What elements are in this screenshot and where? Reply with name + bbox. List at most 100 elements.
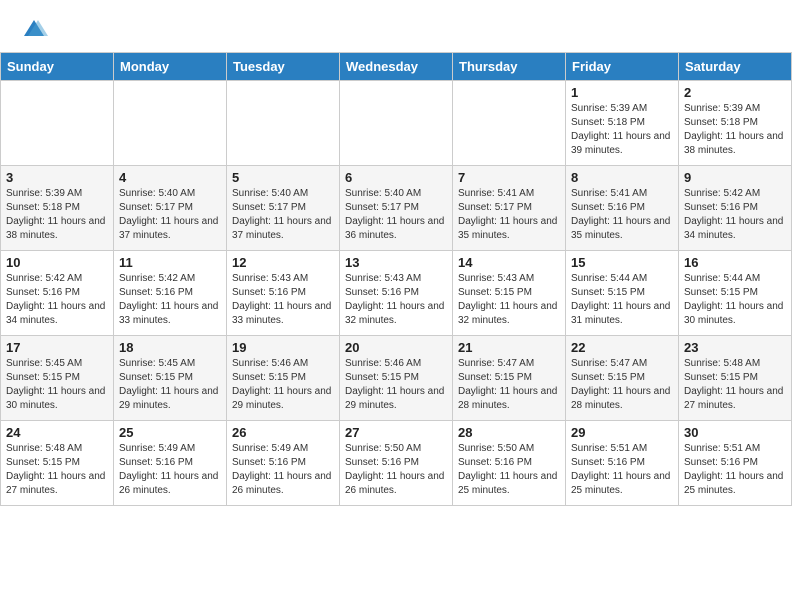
day-number: 18 bbox=[119, 340, 221, 355]
calendar-day-cell: 13 Sunrise: 5:43 AM Sunset: 5:16 PM Dayli… bbox=[340, 251, 453, 336]
day-number: 22 bbox=[571, 340, 673, 355]
day-info: Sunrise: 5:44 AM Sunset: 5:15 PM Dayligh… bbox=[684, 272, 786, 328]
day-number: 30 bbox=[684, 425, 786, 440]
day-number: 5 bbox=[232, 170, 334, 185]
calendar-day-cell: 28 Sunrise: 5:50 AM Sunset: 5:16 PM Dayli… bbox=[453, 421, 566, 506]
weekday-header: Thursday bbox=[453, 53, 566, 81]
calendar-day-cell: 5 Sunrise: 5:40 AM Sunset: 5:17 PM Daylig… bbox=[227, 166, 340, 251]
empty-cell bbox=[340, 81, 453, 166]
calendar-day-cell: 17Sunrise: 5:45 AM Sunset: 5:15 PM Dayli… bbox=[1, 336, 114, 421]
day-info: Sunrise: 5:46 AM Sunset: 5:15 PM Dayligh… bbox=[345, 357, 447, 413]
calendar-day-cell: 16 Sunrise: 5:44 AM Sunset: 5:15 PM Dayli… bbox=[679, 251, 792, 336]
calendar-day-cell: 23 Sunrise: 5:48 AM Sunset: 5:15 PM Dayli… bbox=[679, 336, 792, 421]
calendar-day-cell: 10 Sunrise: 5:42 AM Sunset: 5:16 PM Dayli… bbox=[1, 251, 114, 336]
logo bbox=[20, 16, 52, 44]
day-number: 21 bbox=[458, 340, 560, 355]
weekday-header: Wednesday bbox=[340, 53, 453, 81]
day-info: Sunrise: 5:43 AM Sunset: 5:16 PM Dayligh… bbox=[345, 272, 447, 328]
day-number: 4 bbox=[119, 170, 221, 185]
calendar-day-cell: 19Sunrise: 5:46 AM Sunset: 5:15 PM Dayli… bbox=[227, 336, 340, 421]
calendar-table: SundayMondayTuesdayWednesdayThursdayFrid… bbox=[0, 52, 792, 506]
day-info: Sunrise: 5:40 AM Sunset: 5:17 PM Dayligh… bbox=[119, 187, 221, 243]
day-number: 27 bbox=[345, 425, 447, 440]
day-number: 11 bbox=[119, 255, 221, 270]
day-number: 24 bbox=[6, 425, 108, 440]
calendar-header-row: SundayMondayTuesdayWednesdayThursdayFrid… bbox=[1, 53, 792, 81]
calendar-week-row: 17 Sunrise: 5:45 AM Sunset: 5:15 PM Dayli… bbox=[1, 336, 792, 421]
day-number: 1 bbox=[571, 85, 673, 100]
day-info: Sunrise: 5:39 AM Sunset: 5:18 PM Dayligh… bbox=[571, 102, 673, 158]
weekday-header: Saturday bbox=[679, 53, 792, 81]
day-number: 25 bbox=[119, 425, 221, 440]
empty-cell bbox=[227, 81, 340, 166]
page-header bbox=[0, 0, 792, 52]
calendar-day-cell: 21 Sunrise: 5:47 AM Sunset: 5:15 PM Dayli… bbox=[453, 336, 566, 421]
day-info: Sunrise: 5:44 AM Sunset: 5:15 PM Dayligh… bbox=[571, 272, 673, 328]
day-info: Sunrise: 5:47 AM Sunset: 5:15 PM Dayligh… bbox=[571, 357, 673, 413]
day-info: Sunrise: 5:48 AM Sunset: 5:15 PM Dayligh… bbox=[6, 442, 108, 498]
day-info: Sunrise: 5:47 AM Sunset: 5:15 PM Dayligh… bbox=[458, 357, 560, 413]
calendar-day-cell: 4 Sunrise: 5:40 AM Sunset: 5:17 PM Daylig… bbox=[114, 166, 227, 251]
day-number: 28 bbox=[458, 425, 560, 440]
calendar-week-row: 10 Sunrise: 5:42 AM Sunset: 5:16 PM Dayli… bbox=[1, 251, 792, 336]
calendar-day-cell: 15 Sunrise: 5:44 AM Sunset: 5:15 PM Dayli… bbox=[566, 251, 679, 336]
day-number: 3 bbox=[6, 170, 108, 185]
day-info: Sunrise: 5:48 AM Sunset: 5:15 PM Dayligh… bbox=[684, 357, 786, 413]
calendar-day-cell: 7 Sunrise: 5:41 AM Sunset: 5:17 PM Daylig… bbox=[453, 166, 566, 251]
day-info: Sunrise: 5:43 AM Sunset: 5:15 PM Dayligh… bbox=[458, 272, 560, 328]
weekday-header: Sunday bbox=[1, 53, 114, 81]
day-number: 17 bbox=[6, 340, 108, 355]
weekday-header: Tuesday bbox=[227, 53, 340, 81]
day-number: 12 bbox=[232, 255, 334, 270]
day-number: 19 bbox=[232, 340, 334, 355]
calendar-day-cell: 20Sunrise: 5:46 AM Sunset: 5:15 PM Dayli… bbox=[340, 336, 453, 421]
calendar-day-cell: 11 Sunrise: 5:42 AM Sunset: 5:16 PM Dayli… bbox=[114, 251, 227, 336]
day-info: Sunrise: 5:41 AM Sunset: 5:17 PM Dayligh… bbox=[458, 187, 560, 243]
weekday-header: Friday bbox=[566, 53, 679, 81]
calendar-day-cell: 8 Sunrise: 5:41 AM Sunset: 5:16 PM Daylig… bbox=[566, 166, 679, 251]
day-info: Sunrise: 5:43 AM Sunset: 5:16 PM Dayligh… bbox=[232, 272, 334, 328]
calendar-day-cell: 1 Sunrise: 5:39 AM Sunset: 5:18 PM Daylig… bbox=[566, 81, 679, 166]
day-info: Sunrise: 5:39 AM Sunset: 5:18 PM Dayligh… bbox=[684, 102, 786, 158]
calendar-day-cell: 14 Sunrise: 5:43 AM Sunset: 5:15 PM Dayli… bbox=[453, 251, 566, 336]
day-number: 16 bbox=[684, 255, 786, 270]
day-number: 2 bbox=[684, 85, 786, 100]
calendar-week-row: 3 Sunrise: 5:39 AM Sunset: 5:18 PM Daylig… bbox=[1, 166, 792, 251]
day-info: Sunrise: 5:39 AM Sunset: 5:18 PM Dayligh… bbox=[6, 187, 108, 243]
calendar-day-cell: 3 Sunrise: 5:39 AM Sunset: 5:18 PM Daylig… bbox=[1, 166, 114, 251]
day-number: 14 bbox=[458, 255, 560, 270]
day-info: Sunrise: 5:40 AM Sunset: 5:17 PM Dayligh… bbox=[232, 187, 334, 243]
day-number: 23 bbox=[684, 340, 786, 355]
calendar-week-row: 1 Sunrise: 5:39 AM Sunset: 5:18 PM Daylig… bbox=[1, 81, 792, 166]
day-info: Sunrise: 5:51 AM Sunset: 5:16 PM Dayligh… bbox=[571, 442, 673, 498]
calendar-day-cell: 26Sunrise: 5:49 AM Sunset: 5:16 PM Dayli… bbox=[227, 421, 340, 506]
calendar-day-cell: 12 Sunrise: 5:43 AM Sunset: 5:16 PM Dayli… bbox=[227, 251, 340, 336]
day-number: 15 bbox=[571, 255, 673, 270]
day-number: 7 bbox=[458, 170, 560, 185]
calendar-day-cell: 27 Sunrise: 5:50 AM Sunset: 5:16 PM Dayli… bbox=[340, 421, 453, 506]
day-number: 10 bbox=[6, 255, 108, 270]
day-number: 9 bbox=[684, 170, 786, 185]
calendar-day-cell: 6 Sunrise: 5:40 AM Sunset: 5:17 PM Daylig… bbox=[340, 166, 453, 251]
calendar-day-cell: 30Sunrise: 5:51 AM Sunset: 5:16 PM Dayli… bbox=[679, 421, 792, 506]
day-info: Sunrise: 5:50 AM Sunset: 5:16 PM Dayligh… bbox=[458, 442, 560, 498]
day-info: Sunrise: 5:45 AM Sunset: 5:15 PM Dayligh… bbox=[119, 357, 221, 413]
day-info: Sunrise: 5:50 AM Sunset: 5:16 PM Dayligh… bbox=[345, 442, 447, 498]
day-info: Sunrise: 5:42 AM Sunset: 5:16 PM Dayligh… bbox=[119, 272, 221, 328]
day-number: 13 bbox=[345, 255, 447, 270]
empty-cell bbox=[1, 81, 114, 166]
day-info: Sunrise: 5:42 AM Sunset: 5:16 PM Dayligh… bbox=[684, 187, 786, 243]
day-number: 8 bbox=[571, 170, 673, 185]
day-info: Sunrise: 5:41 AM Sunset: 5:16 PM Dayligh… bbox=[571, 187, 673, 243]
calendar-week-row: 24 Sunrise: 5:48 AM Sunset: 5:15 PM Dayli… bbox=[1, 421, 792, 506]
day-info: Sunrise: 5:42 AM Sunset: 5:16 PM Dayligh… bbox=[6, 272, 108, 328]
day-info: Sunrise: 5:40 AM Sunset: 5:17 PM Dayligh… bbox=[345, 187, 447, 243]
day-number: 6 bbox=[345, 170, 447, 185]
calendar-day-cell: 22 Sunrise: 5:47 AM Sunset: 5:15 PM Dayli… bbox=[566, 336, 679, 421]
weekday-header: Monday bbox=[114, 53, 227, 81]
calendar-day-cell: 2 Sunrise: 5:39 AM Sunset: 5:18 PM Daylig… bbox=[679, 81, 792, 166]
logo-icon bbox=[20, 16, 48, 44]
empty-cell bbox=[453, 81, 566, 166]
day-info: Sunrise: 5:49 AM Sunset: 5:16 PM Dayligh… bbox=[232, 442, 334, 498]
day-info: Sunrise: 5:49 AM Sunset: 5:16 PM Dayligh… bbox=[119, 442, 221, 498]
